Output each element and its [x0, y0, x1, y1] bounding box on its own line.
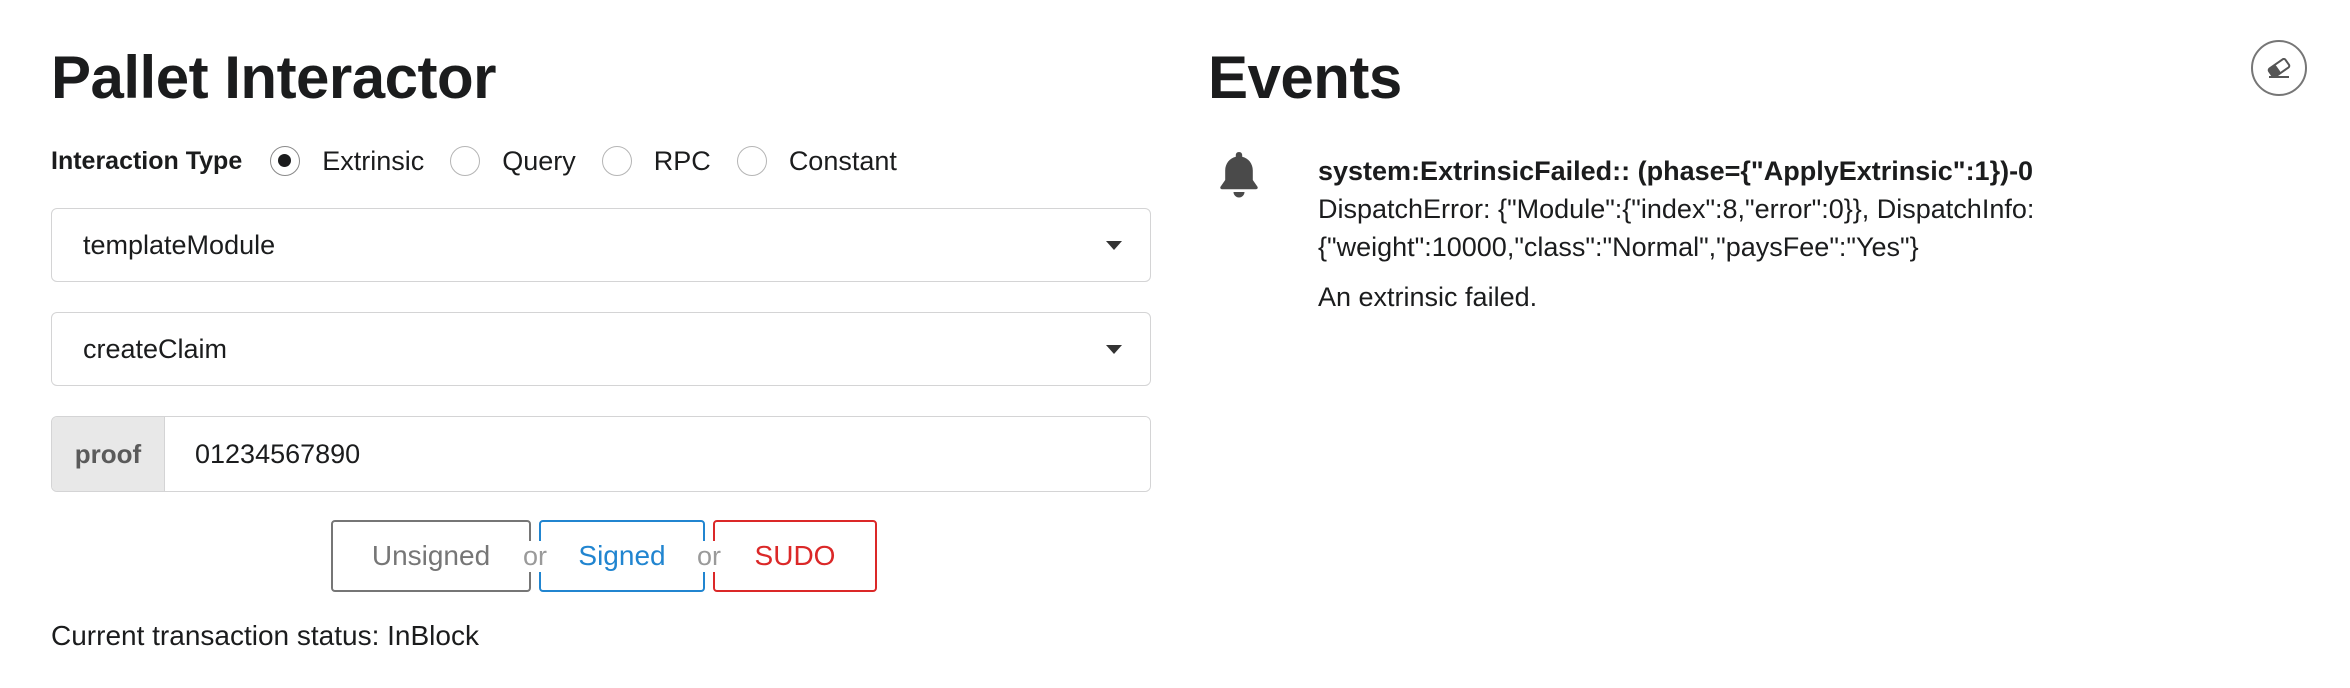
radio-constant-circle[interactable] [736, 146, 767, 176]
radio-rpc-label: RPC [653, 145, 711, 176]
radio-constant-label: Constant [788, 145, 897, 176]
or-divider: or [689, 540, 730, 572]
bell-icon [1220, 152, 1258, 198]
chevron-down-icon [1106, 241, 1122, 250]
event-detail: {"weight":10000,"class":"Normal","paysFe… [1318, 232, 1919, 262]
proof-input-group: proof [51, 416, 1151, 492]
event-content: system:ExtrinsicFailed:: (phase={"ApplyE… [1318, 152, 2318, 316]
page: Pallet Interactor Interaction Type Extri… [0, 0, 2350, 688]
callable-dropdown[interactable]: createClaim [51, 312, 1151, 386]
callable-dropdown-value: createClaim [83, 333, 228, 364]
signed-button[interactable]: Signed [539, 520, 705, 592]
transaction-status: Current transaction status: InBlock [51, 620, 479, 651]
interaction-type-label: Interaction Type [51, 146, 243, 175]
event-detail: DispatchError: {"Module":{"index":8,"err… [1318, 194, 2035, 224]
transaction-button-group: Unsigned or Signed or SUDO [331, 520, 877, 592]
event-header: system:ExtrinsicFailed:: (phase={"ApplyE… [1318, 156, 2034, 186]
module-dropdown[interactable]: templateModule [51, 208, 1151, 282]
event-description: An extrinsic failed. [1318, 282, 1538, 312]
or-divider: or [515, 540, 556, 572]
radio-extrinsic[interactable]: Extrinsic [270, 146, 424, 177]
radio-query-circle[interactable] [450, 146, 481, 176]
pallet-interactor-title: Pallet Interactor [51, 44, 497, 111]
radio-query[interactable]: Query [450, 146, 576, 177]
module-dropdown-value: templateModule [83, 229, 276, 260]
radio-rpc-circle[interactable] [601, 146, 632, 176]
unsigned-button[interactable]: Unsigned [331, 520, 531, 592]
events-title: Events [1208, 44, 1402, 111]
radio-extrinsic-circle[interactable] [270, 146, 301, 176]
clear-events-button[interactable] [2251, 40, 2307, 96]
radio-rpc[interactable]: RPC [601, 145, 711, 177]
chevron-down-icon [1106, 345, 1122, 354]
eraser-icon [2267, 58, 2291, 78]
radio-constant[interactable]: Constant [736, 145, 897, 177]
radio-extrinsic-label: Extrinsic [322, 145, 425, 176]
radio-query-label: Query [502, 145, 576, 176]
events-panel: Events system:ExtrinsicFailed:: (phase={… [1208, 0, 2350, 688]
sudo-button[interactable]: SUDO [713, 520, 877, 592]
proof-input-label: proof [52, 417, 165, 491]
proof-input[interactable] [165, 417, 1150, 491]
interaction-type-row: Interaction Type Extrinsic Query RPC Con… [51, 140, 923, 182]
